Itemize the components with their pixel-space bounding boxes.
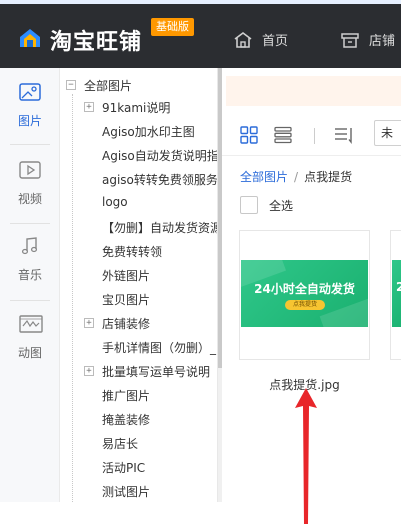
- media-type-sidebar: 图片 视频 音乐 动图: [0, 68, 60, 502]
- toolbar: 未: [222, 116, 401, 156]
- sidebar-item-animated[interactable]: 动图: [0, 300, 60, 370]
- home-icon: [234, 31, 252, 48]
- app-header: 淘宝旺铺 基础版 首页 店铺: [0, 4, 401, 68]
- main-panel: 未 全部图片/点我提货 全选 24小时全自动发货 点我提货 24 点我提货.jp…: [222, 68, 401, 524]
- nav-store[interactable]: 店铺: [340, 30, 395, 49]
- animated-image-icon: [19, 315, 43, 333]
- sidebar-item-video-label: 视频: [17, 192, 42, 206]
- sidebar-divider: [10, 144, 50, 145]
- tree-item-label: 掩盖装修: [102, 413, 151, 427]
- thumbnail-title: 24小时全自动发货: [254, 282, 355, 296]
- sort-select[interactable]: 未: [374, 120, 401, 146]
- select-all[interactable]: 全选: [240, 196, 293, 214]
- nav-home-label: 首页: [262, 34, 289, 49]
- folder-tree: − 全部图片 + 91kami说明 Agiso加水印主图 Agiso自动发货说明…: [60, 68, 218, 502]
- breadcrumb-separator: /: [294, 170, 299, 184]
- tree-item-label: 手机详情图（勿删）_: [102, 341, 217, 355]
- tree-item-label: 推广图片: [102, 389, 151, 403]
- image-thumbnail[interactable]: 24: [392, 260, 401, 327]
- tree-item-label: agiso转转免费领服务: [102, 173, 218, 187]
- video-icon: [19, 161, 41, 179]
- music-icon: [21, 237, 38, 255]
- tree-item-label: 店铺装修: [102, 317, 151, 331]
- thumbnail-decoration: [319, 295, 368, 327]
- tree-item-label: Agiso加水印主图: [102, 125, 195, 139]
- logo-icon: [20, 29, 40, 47]
- nav-store-label: 店铺: [369, 34, 396, 49]
- tree-item-label: 91kami说明: [102, 101, 171, 115]
- tree-item-label: 活动PIC: [102, 461, 146, 475]
- collapse-icon[interactable]: −: [66, 80, 76, 90]
- expand-icon[interactable]: +: [84, 318, 94, 328]
- tree-item-label: 免费转转领: [102, 245, 163, 259]
- tree-root-all-images[interactable]: − 全部图片: [66, 76, 132, 94]
- sidebar-item-music-label: 音乐: [17, 268, 42, 282]
- select-all-label: 全选: [269, 198, 294, 213]
- tree-item-label: 宝贝图片: [102, 293, 151, 307]
- sidebar-item-image[interactable]: 图片: [0, 68, 60, 138]
- thumbnail-title: 24: [396, 280, 401, 294]
- tree-item[interactable]: + 91kami说明: [84, 98, 170, 116]
- tree-root-label: 全部图片: [84, 78, 133, 93]
- toolbar-divider: [314, 128, 315, 144]
- red-arrow-annotation: [295, 388, 317, 524]
- edition-badge: 基础版: [151, 18, 194, 36]
- sidebar-item-image-label: 图片: [17, 114, 42, 128]
- sidebar-item-music[interactable]: 音乐: [0, 222, 60, 292]
- image-card[interactable]: 24小时全自动发货 点我提货: [239, 230, 370, 360]
- list-view-icon[interactable]: [274, 126, 292, 144]
- tree-item-label: 易店长: [102, 437, 139, 451]
- expand-icon[interactable]: +: [84, 102, 94, 112]
- breadcrumb: 全部图片 / 点我提货: [240, 168, 352, 185]
- tree-guide-line: [72, 94, 73, 502]
- tree-item-label: 批量填写运单号说明: [102, 365, 211, 379]
- brand-title: 淘宝旺铺: [50, 30, 143, 55]
- image-thumbnail[interactable]: 24小时全自动发货 点我提货: [241, 260, 368, 327]
- tree-item-label: 【勿删】自动发货资源: [102, 221, 218, 235]
- expand-icon[interactable]: +: [84, 366, 94, 376]
- thumbnail-button: 点我提货: [285, 300, 325, 310]
- breadcrumb-root-link[interactable]: 全部图片: [240, 170, 288, 184]
- tree-item-label: 外链图片: [102, 269, 151, 283]
- tree-item-label: 测试图片: [102, 485, 151, 499]
- sidebar-item-animated-label: 动图: [17, 346, 42, 360]
- breadcrumb-current: 点我提货: [304, 170, 353, 184]
- select-all-checkbox[interactable]: [240, 196, 258, 214]
- tree-item-label: logo: [102, 195, 128, 209]
- nav-home[interactable]: 首页: [233, 30, 288, 49]
- sort-icon[interactable]: [334, 126, 354, 144]
- notice-bar: [226, 76, 401, 106]
- sidebar-item-video[interactable]: 视频: [0, 146, 60, 216]
- grid-view-icon[interactable]: [240, 126, 258, 144]
- store-icon: [341, 32, 359, 48]
- tree-item[interactable]: + 店铺装修: [84, 314, 150, 332]
- tree-item-label: Agiso自动发货说明指: [102, 149, 218, 163]
- image-card[interactable]: 24: [390, 230, 401, 360]
- tree-item[interactable]: + 批量填写运单号说明: [84, 362, 210, 380]
- image-icon: [19, 83, 41, 101]
